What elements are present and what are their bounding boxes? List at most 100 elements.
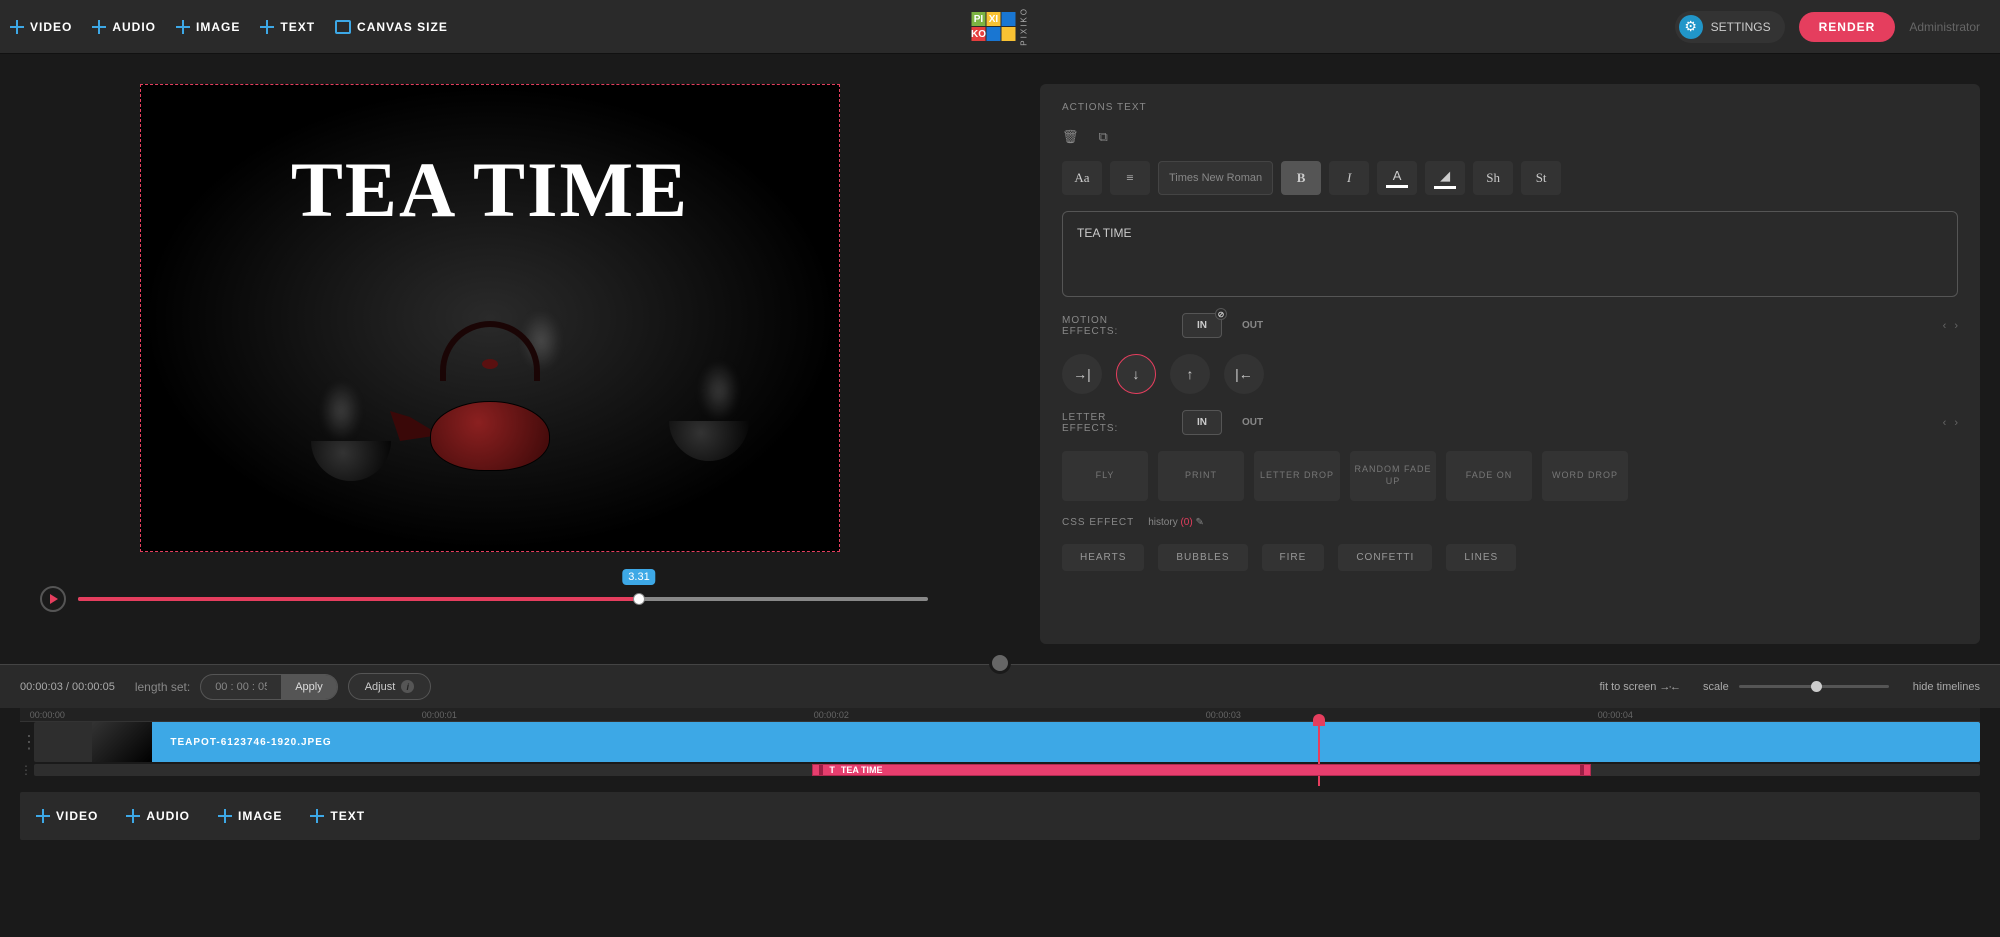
add-video-button-tl[interactable]: VIDEO (36, 809, 98, 823)
add-text-label: TEXT (280, 20, 315, 34)
motion-out-tab[interactable]: OUT (1242, 320, 1263, 331)
canvas-text-element[interactable]: TEA TIME (141, 145, 839, 235)
css-chip-fire[interactable]: FIRE (1262, 544, 1325, 571)
timeline-tracks: ⋮⋮ TEAPOT-6123746-1920.JPEG ⋮⋮ T TEA TIM… (0, 722, 2000, 840)
length-input-pill: Apply (200, 674, 338, 700)
resize-handle[interactable] (989, 652, 1011, 674)
main-area: TEA TIME 3.31 ACTIONS TEXT 🗑 ⧉ Aa ≡ Time… (0, 54, 2000, 664)
next-icon[interactable]: › (1954, 417, 1958, 429)
highlight-color-button[interactable]: ◢ (1425, 161, 1465, 195)
css-effect-chips: HEARTS BUBBLES FIRE CONFETTI LINES (1062, 544, 1958, 571)
motion-left-button[interactable]: |← (1224, 354, 1264, 394)
length-set-group: length set: Apply Adjusti (135, 673, 431, 700)
motion-direction-group: →| ↓ ↑ |← (1062, 354, 1958, 394)
ruler-tick: 00:00:02 (814, 710, 849, 720)
add-text-button[interactable]: TEXT (260, 20, 315, 34)
clip-handle-right[interactable] (1580, 765, 1584, 775)
add-audio-button-tl[interactable]: AUDIO (126, 809, 190, 823)
text-align-button[interactable]: ≡ (1110, 161, 1150, 195)
motion-up-button[interactable]: ↑ (1170, 354, 1210, 394)
effect-tile-random-fade-up[interactable]: RANDOM FADE UP (1350, 451, 1436, 501)
add-text-label: TEXT (330, 809, 365, 823)
image-clip[interactable]: TEAPOT-6123746-1920.JPEG (92, 722, 1980, 762)
track-drag-handle[interactable]: ⋮⋮ (20, 767, 34, 773)
next-icon[interactable]: › (1954, 320, 1958, 332)
seek-slider[interactable]: 3.31 (78, 597, 928, 601)
shadow-button[interactable]: Sh (1473, 161, 1513, 195)
letter-in-tab[interactable]: IN (1182, 410, 1222, 435)
prev-icon[interactable]: ‹ (1943, 320, 1947, 332)
css-chip-bubbles[interactable]: BUBBLES (1158, 544, 1247, 571)
add-audio-label: AUDIO (112, 20, 156, 34)
css-history[interactable]: history (0) ✎ (1148, 517, 1204, 528)
scale-slider[interactable] (1739, 685, 1889, 688)
canvas-preview[interactable]: TEA TIME (140, 84, 840, 552)
letter-effect-tiles: FLY PRINT LETTER DROP RANDOM FADE UP FAD… (1062, 451, 1958, 501)
add-audio-label: AUDIO (146, 809, 190, 823)
fit-to-screen-button[interactable]: fit to screen →·← (1599, 681, 1679, 693)
cup-graphic (311, 441, 391, 481)
add-image-button-tl[interactable]: IMAGE (218, 809, 282, 823)
effect-tile-letter-drop[interactable]: LETTER DROP (1254, 451, 1340, 501)
add-image-button[interactable]: IMAGE (176, 20, 240, 34)
track-lane[interactable]: T TEA TIME (34, 764, 1980, 776)
plus-icon (218, 809, 232, 823)
plus-icon (126, 809, 140, 823)
timeline-add-row: VIDEO AUDIO IMAGE TEXT (20, 792, 1980, 840)
effect-tile-word-drop[interactable]: WORD DROP (1542, 451, 1628, 501)
text-clip-label: TEA TIME (841, 765, 883, 775)
css-chip-hearts[interactable]: HEARTS (1062, 544, 1144, 571)
length-input[interactable] (201, 675, 281, 699)
track-drag-handle[interactable]: ⋮⋮ (20, 738, 34, 747)
plus-icon (260, 20, 274, 34)
effect-tile-fly[interactable]: FLY (1062, 451, 1148, 501)
motion-down-button[interactable]: ↓ (1116, 354, 1156, 394)
pencil-icon: ✎ (1195, 517, 1203, 528)
motion-in-tab[interactable]: IN⊘ (1182, 313, 1222, 338)
italic-button[interactable]: I (1329, 161, 1369, 195)
track-lane[interactable]: TEAPOT-6123746-1920.JPEG (34, 722, 1980, 762)
fit-icon: →·← (1659, 681, 1679, 693)
text-case-button[interactable]: Aa (1062, 161, 1102, 195)
panel-header: ACTIONS TEXT (1062, 102, 1958, 113)
bold-button[interactable]: B (1281, 161, 1321, 195)
playhead-marker-icon (1313, 714, 1325, 726)
letter-out-tab[interactable]: OUT (1242, 417, 1263, 428)
scale-knob[interactable] (1811, 681, 1822, 692)
timeline-bar-right: fit to screen →·← scale hide timelines (1599, 681, 1980, 693)
stroke-button[interactable]: St (1521, 161, 1561, 195)
text-clip[interactable]: T TEA TIME (812, 764, 1590, 776)
logo-text: PIXIKO (1020, 7, 1029, 46)
settings-button[interactable]: ⚙ SETTINGS (1675, 11, 1785, 43)
properties-panel: ACTIONS TEXT 🗑 ⧉ Aa ≡ Times New Roman B … (1040, 84, 1980, 644)
ruler-tick: 00:00:04 (1598, 710, 1633, 720)
delete-icon[interactable]: 🗑 (1062, 129, 1079, 145)
effect-tile-print[interactable]: PRINT (1158, 451, 1244, 501)
apply-button[interactable]: Apply (281, 675, 337, 699)
css-chip-confetti[interactable]: CONFETTI (1338, 544, 1432, 571)
seek-knob[interactable] (633, 593, 645, 605)
render-button[interactable]: RENDER (1799, 12, 1896, 42)
add-video-button[interactable]: VIDEO (10, 20, 72, 34)
clip-handle-left[interactable] (819, 765, 823, 775)
add-audio-button[interactable]: AUDIO (92, 20, 156, 34)
info-icon: i (401, 680, 414, 693)
motion-right-button[interactable]: →| (1062, 354, 1102, 394)
prev-icon[interactable]: ‹ (1943, 417, 1947, 429)
duplicate-icon[interactable]: ⧉ (1099, 129, 1108, 145)
clear-icon[interactable]: ⊘ (1215, 308, 1227, 320)
add-video-label: VIDEO (30, 20, 72, 34)
user-label[interactable]: Administrator (1909, 20, 1980, 34)
effect-tile-fade-on[interactable]: FADE ON (1446, 451, 1532, 501)
text-content-input[interactable] (1062, 211, 1958, 297)
ruler-tick: 00:00:00 (30, 710, 65, 720)
timeline-ruler[interactable]: 00:00:00 00:00:01 00:00:02 00:00:03 00:0… (20, 708, 1980, 722)
text-color-button[interactable]: A (1377, 161, 1417, 195)
hide-timelines-button[interactable]: hide timelines (1913, 681, 1980, 693)
add-text-button-tl[interactable]: TEXT (310, 809, 365, 823)
css-chip-lines[interactable]: LINES (1446, 544, 1516, 571)
font-family-select[interactable]: Times New Roman (1158, 161, 1273, 195)
canvas-size-button[interactable]: CANVAS SIZE (335, 20, 448, 34)
play-button[interactable] (40, 586, 66, 612)
adjust-button[interactable]: Adjusti (348, 673, 432, 700)
